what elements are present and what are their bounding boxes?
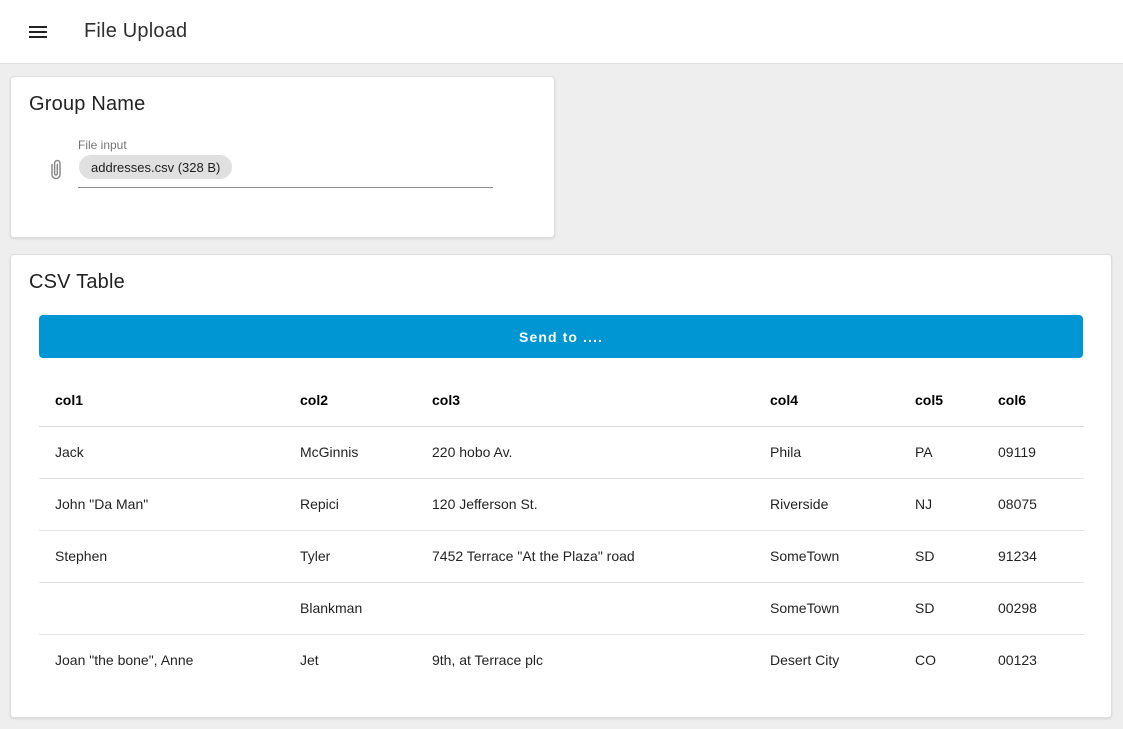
table-cell: 7452 Terrace "At the Plaza" road — [416, 530, 754, 582]
table-cell: Joan "the bone", Anne — [39, 634, 284, 686]
table-cell: 220 hobo Av. — [416, 426, 754, 478]
file-input-row: File input addresses.csv (328 B) — [27, 138, 538, 190]
file-input-underline — [78, 187, 493, 188]
table-row: John "Da Man"Repici120 Jefferson St.Rive… — [39, 478, 1084, 530]
column-header: col3 — [416, 374, 754, 426]
file-chip-label: addresses.csv (328 B) — [91, 160, 220, 175]
table-cell: 120 Jefferson St. — [416, 478, 754, 530]
table-inner: Send to .... col1col2col3col4col5col6 Ja… — [39, 315, 1083, 686]
table-row: StephenTyler7452 Terrace "At the Plaza" … — [39, 530, 1084, 582]
table-cell: Riverside — [754, 478, 899, 530]
table-cell: Blankman — [284, 582, 416, 634]
table-cell: SD — [899, 530, 982, 582]
csv-table-card: CSV Table Send to .... col1col2col3col4c… — [10, 254, 1112, 718]
column-header: col6 — [982, 374, 1084, 426]
column-header: col5 — [899, 374, 982, 426]
table-cell: McGinnis — [284, 426, 416, 478]
csv-table-card-title: CSV Table — [29, 271, 1095, 294]
table-cell: SD — [899, 582, 982, 634]
hamburger-menu-icon — [26, 20, 50, 44]
table-cell: 00123 — [982, 634, 1084, 686]
table-cell: 91234 — [982, 530, 1084, 582]
app-bar: File Upload — [0, 0, 1123, 64]
file-chip[interactable]: addresses.csv (328 B) — [79, 155, 232, 179]
group-name-card-title: Group Name — [29, 93, 538, 116]
send-to-button[interactable]: Send to .... — [39, 315, 1083, 358]
table-row: Joan "the bone", AnneJet9th, at Terrace … — [39, 634, 1084, 686]
csv-table-body: JackMcGinnis220 hobo Av.PhilaPA09119John… — [39, 426, 1084, 686]
paperclip-icon — [44, 150, 68, 190]
file-input-label: File input — [78, 138, 493, 152]
table-cell: 09119 — [982, 426, 1084, 478]
table-cell: Jet — [284, 634, 416, 686]
table-cell: Jack — [39, 426, 284, 478]
table-cell: 9th, at Terrace plc — [416, 634, 754, 686]
table-cell: NJ — [899, 478, 982, 530]
column-header: col2 — [284, 374, 416, 426]
header-row: col1col2col3col4col5col6 — [39, 374, 1084, 426]
table-cell: CO — [899, 634, 982, 686]
group-name-card: Group Name File input addresses.csv (328… — [10, 76, 555, 238]
table-row: JackMcGinnis220 hobo Av.PhilaPA09119 — [39, 426, 1084, 478]
table-cell — [39, 582, 284, 634]
table-cell: SomeTown — [754, 582, 899, 634]
table-cell: Tyler — [284, 530, 416, 582]
column-header: col1 — [39, 374, 284, 426]
table-cell: Phila — [754, 426, 899, 478]
app-bar-title: File Upload — [84, 20, 187, 43]
table-cell: 08075 — [982, 478, 1084, 530]
table-cell: 00298 — [982, 582, 1084, 634]
file-input[interactable]: File input addresses.csv (328 B) — [78, 138, 493, 188]
table-cell: Repici — [284, 478, 416, 530]
csv-table: col1col2col3col4col5col6 JackMcGinnis220… — [39, 374, 1084, 686]
table-cell: Desert City — [754, 634, 899, 686]
table-cell: Stephen — [39, 530, 284, 582]
table-cell: SomeTown — [754, 530, 899, 582]
menu-button[interactable] — [18, 12, 58, 52]
table-cell — [416, 582, 754, 634]
column-header: col4 — [754, 374, 899, 426]
table-row: Blankman SomeTownSD00298 — [39, 582, 1084, 634]
table-cell: John "Da Man" — [39, 478, 284, 530]
table-cell: PA — [899, 426, 982, 478]
csv-table-head: col1col2col3col4col5col6 — [39, 374, 1084, 426]
main-content: Group Name File input addresses.csv (328… — [0, 76, 1123, 718]
